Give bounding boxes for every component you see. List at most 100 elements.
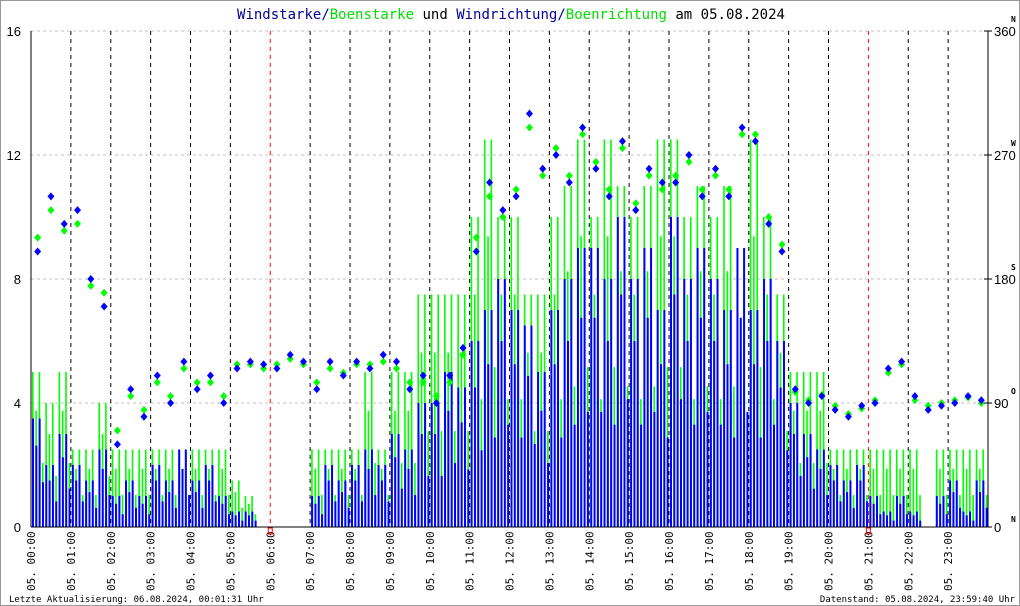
wind-bar (407, 468, 410, 527)
wind-bar (454, 463, 457, 527)
wind-bar (576, 248, 579, 527)
x-tick-label: 05. 15:00 (623, 531, 636, 591)
wind-bar (689, 279, 692, 527)
wind-bar (387, 501, 390, 527)
compass-label: N (1011, 515, 1016, 524)
wind-direction-point (313, 385, 321, 394)
wind-bar (842, 480, 845, 527)
wind-bar (663, 310, 666, 527)
footer-last-update: Letzte Aktualisierung: 06.08.2024, 00:01… (9, 595, 264, 605)
gust-direction-point (127, 392, 135, 401)
wind-bar (982, 480, 985, 527)
wind-bar (566, 341, 569, 527)
gust-direction-point (220, 392, 228, 401)
wind-bar (354, 480, 357, 527)
wind-bar (347, 507, 350, 527)
wind-direction-point (220, 399, 228, 407)
wind-bar (646, 317, 649, 527)
wind-direction-point (260, 360, 268, 369)
wind-bar (95, 507, 98, 527)
wind-bar (872, 503, 875, 527)
wind-bar (370, 449, 373, 527)
gust-direction-point (512, 185, 520, 194)
wind-bar (786, 450, 789, 527)
wind-direction-point (167, 399, 175, 407)
wind-bar (174, 507, 177, 527)
wind-bar (164, 480, 167, 527)
wind-bar (573, 424, 576, 527)
wind-bar (550, 310, 553, 527)
wind-bar (862, 465, 865, 527)
wind-bar (91, 480, 94, 527)
wind-bar (71, 465, 74, 527)
wind-bar (337, 480, 340, 527)
wind-bar (613, 424, 616, 527)
wind-bar (384, 465, 387, 527)
wind-bar (214, 501, 217, 527)
wind-bar (317, 496, 320, 527)
wind-bar (204, 465, 207, 527)
gust-direction-point (579, 130, 587, 139)
gust-direction-point (153, 378, 161, 387)
wind-bar (836, 465, 839, 527)
wind-bar (201, 507, 204, 527)
wind-bar (194, 492, 197, 527)
x-tick-label: 05. 04:00 (185, 531, 198, 591)
wind-bar (802, 434, 805, 527)
wind-direction-point (924, 405, 932, 414)
wind-bar (623, 217, 626, 527)
wind-bar (939, 503, 942, 527)
wind-bar (723, 310, 726, 527)
wind-bar (636, 279, 639, 527)
gust-direction-point (100, 288, 108, 297)
wind-bar (394, 457, 397, 527)
wind-bar (188, 495, 191, 527)
wind-bar (41, 482, 44, 527)
wind-bar (377, 465, 380, 527)
wind-bar (570, 279, 573, 527)
wind-bar (809, 434, 812, 527)
x-tick-label: 05. 11:00 (464, 531, 477, 591)
wind-bar (231, 511, 234, 527)
wind-bar (899, 503, 902, 527)
wind-bar (816, 449, 819, 527)
wind-bar (696, 248, 699, 527)
chart-svg: 0 0N4 90O8 180S12 270W16 360N05. 00:00 05. 01:… (7, 7, 1016, 605)
wind-bar (357, 465, 360, 527)
wind-bar (420, 434, 423, 527)
wind-direction-point (712, 164, 720, 173)
wind-bar (148, 514, 151, 527)
grid (31, 30, 988, 527)
wind-bar (902, 496, 905, 527)
wind-bar (540, 410, 543, 527)
wind-bar (447, 410, 450, 527)
wind-bar (523, 325, 526, 527)
left-tick-label: 16 (7, 24, 21, 39)
compass-label: N (1011, 15, 1016, 24)
wind-bar (88, 492, 91, 527)
x-tick-label: 05. 09:00 (384, 531, 397, 591)
wind-bar (849, 480, 852, 527)
wind-direction-point (393, 357, 401, 366)
wind-bar (138, 496, 141, 527)
wind-direction-point (113, 440, 121, 449)
left-tick-label: 4 (14, 396, 21, 411)
gust-direction-point (140, 405, 148, 414)
title-mid: und (414, 7, 456, 23)
wind-bar (733, 437, 736, 527)
wind-bar (626, 399, 629, 527)
wind-bar (334, 501, 337, 527)
x-tick-label: 05. 00:00 (25, 531, 38, 591)
wind-bar (630, 279, 633, 527)
gust-direction-point (34, 233, 42, 242)
wind-bar (912, 515, 915, 527)
gust-direction-point (539, 171, 547, 180)
wind-bar (739, 317, 742, 527)
wind-bar (660, 364, 663, 527)
gust-direction-point (326, 364, 334, 373)
x-tick-label: 05. 02:00 (105, 531, 118, 591)
wind-bar (101, 468, 104, 527)
wind-bar (560, 437, 563, 527)
wind-direction-point (153, 371, 161, 380)
wind-bar (965, 515, 968, 527)
